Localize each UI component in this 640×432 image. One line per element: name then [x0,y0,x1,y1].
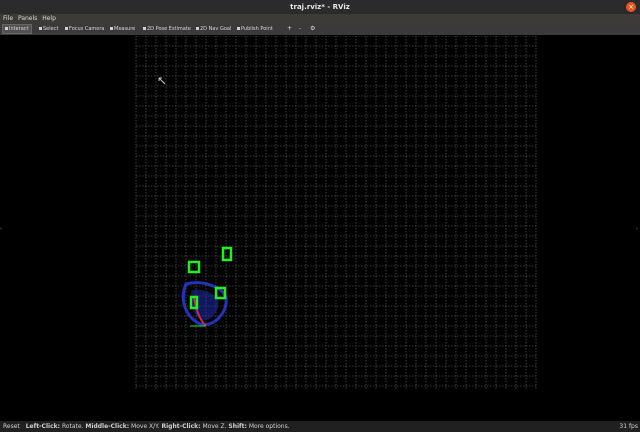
tool-focus-camera[interactable]: Focus Camera [63,24,107,34]
tool-label: Select [43,26,59,32]
menu-bar: File Panels Help [0,14,640,23]
tool-2d-pose-estimate[interactable]: 2D Pose Estimate [141,24,193,34]
status-bar: Reset Left-Click: Rotate. Middle-Click: … [0,421,640,432]
tool-publish-point[interactable]: Publish Point [235,24,275,34]
publish-point-icon [237,27,240,30]
close-button[interactable]: × [626,2,636,12]
tool-interact[interactable]: Interact [2,24,32,34]
cursor-arrow-icon [158,77,166,85]
scene-canvas[interactable] [4,36,636,420]
tools-toolbar: Interact Select Focus Camera Measure 2D … [0,23,640,35]
menu-panels[interactable]: Panels [18,14,37,23]
tool-properties-icon[interactable]: ⚙ [310,26,316,32]
tool-select[interactable]: Select [37,24,60,34]
window-title: traj.rviz* - RViz [290,3,350,11]
pose-marker [221,246,233,262]
tool-label: Interact [9,26,29,32]
tool-label: 2D Nav Goal [200,26,232,32]
hint-key: Middle-Click: [85,423,130,430]
remove-tool-icon[interactable]: - [299,26,305,32]
tool-label: Measure [114,26,136,32]
pose-marker [187,260,201,274]
rviz-window: traj.rviz* - RViz × File Panels Help Int… [0,0,640,432]
interact-icon [5,27,8,30]
tool-2d-nav-goal[interactable]: 2D Nav Goal [194,24,233,34]
3d-render-viewport[interactable] [4,36,636,420]
fps-counter: 31 fps [619,423,638,430]
measure-icon [110,27,113,30]
hint-action: Rotate. [61,423,84,430]
hint-action: Move Z. [202,423,227,430]
title-bar[interactable]: traj.rviz* - RViz × [0,0,640,14]
tool-measure[interactable]: Measure [108,24,137,34]
menu-file[interactable]: File [3,14,13,23]
nav-goal-icon [196,27,199,30]
hint-action: Move X/Y. [131,423,160,430]
mouse-hint: Left-Click: Rotate. Middle-Click: Move X… [26,421,290,432]
tool-label: Focus Camera [69,26,105,32]
pose-estimate-icon [143,27,146,30]
focus-camera-icon [65,27,68,30]
tool-label: 2D Pose Estimate [147,26,191,32]
hint-action: More options. [248,423,290,430]
hint-key: Right-Click: [161,423,201,430]
hint-key: Shift: [228,423,247,430]
hint-key: Left-Click: [25,423,61,430]
reset-button[interactable]: Reset [3,421,20,432]
tool-label: Publish Point [241,26,273,32]
menu-help[interactable]: Help [42,14,56,23]
left-panel-handle[interactable]: ‹ [0,226,3,233]
ground-grid [135,36,537,390]
right-panel-handle[interactable]: › [636,226,639,233]
select-icon [39,27,42,30]
add-tool-icon[interactable]: + [287,26,293,32]
